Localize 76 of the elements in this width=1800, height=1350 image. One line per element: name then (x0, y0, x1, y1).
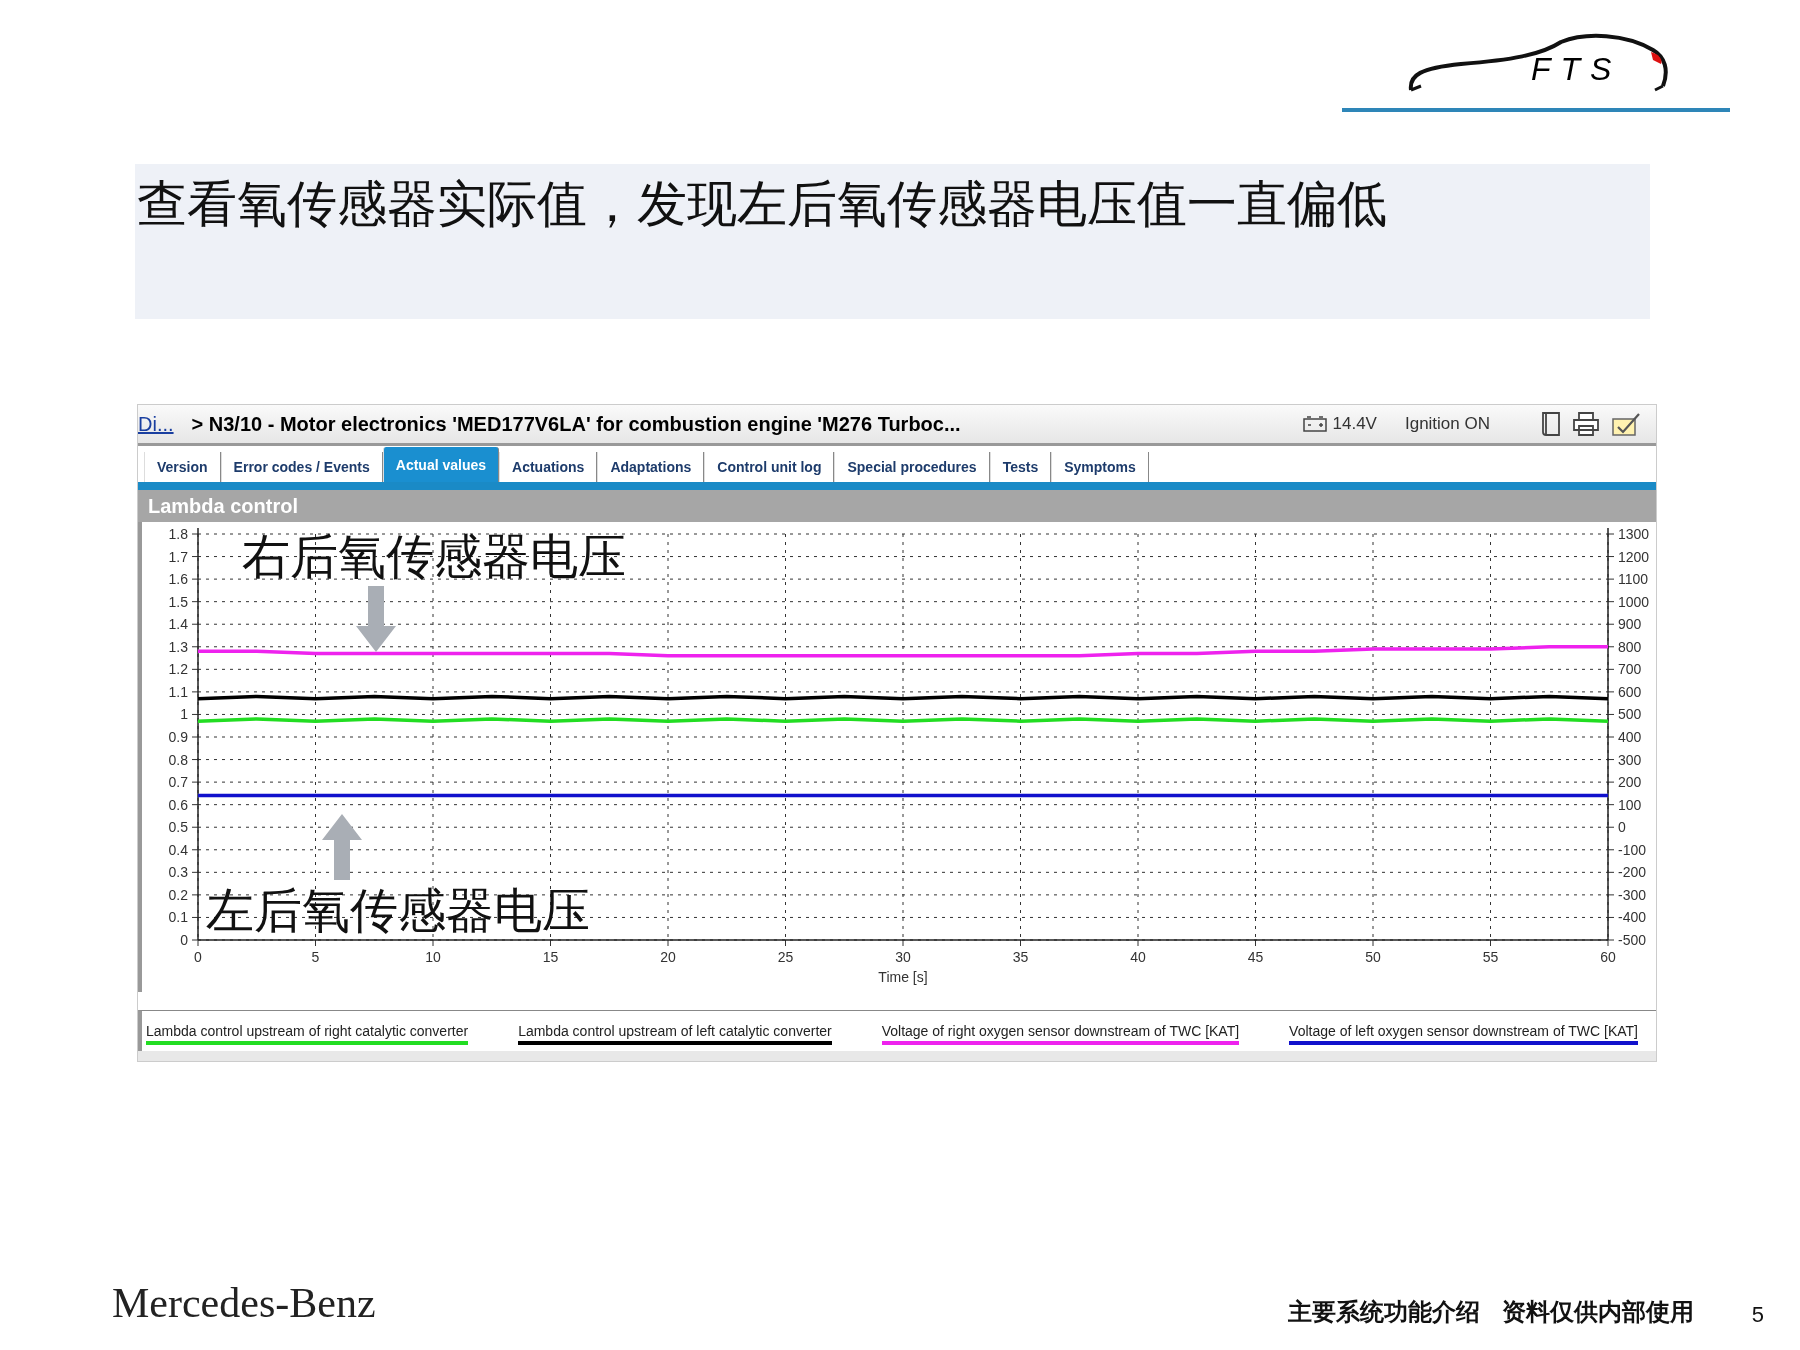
y2-tick-label: 1100 (1618, 571, 1649, 588)
y-tick-label: 0.1 (168, 909, 188, 926)
x-tick-label: 40 (1130, 949, 1146, 965)
y2-tick-label: -400 (1618, 909, 1647, 926)
y2-tick-label: 1300 (1618, 526, 1650, 542)
legend-label: Lambda control upstream of right catalytic converter (146, 1023, 469, 1039)
x-tick-label: 10 (425, 949, 441, 965)
x-tick-label: 30 (895, 949, 911, 965)
y-tick-label: 0.7 (168, 774, 188, 791)
tab[interactable]: Actual values (382, 447, 500, 482)
y2-tick-label: 700 (1618, 661, 1642, 678)
x-tick-label: 35 (1012, 949, 1029, 965)
legend-label: Lambda control upstream of left catalytic converter (518, 1023, 832, 1039)
x-tick-label: 20 (660, 949, 676, 965)
battery-icon (1302, 416, 1327, 432)
y-tick-label: 1.7 (168, 548, 188, 565)
y-tick-label: 1 (180, 706, 188, 723)
voltage-reading: 14.4V (1332, 414, 1377, 434)
x-axis-title: Time [s] (878, 969, 928, 985)
y2-tick-label: -200 (1618, 864, 1647, 881)
x-tick-label: 15 (542, 949, 559, 965)
y-tick-label: 1.3 (168, 638, 188, 655)
x-tick-label: 45 (1247, 949, 1264, 965)
breadcrumb-link[interactable]: Di... (138, 412, 174, 436)
y2-tick-label: 400 (1618, 729, 1642, 745)
x-tick-label: 60 (1600, 949, 1616, 965)
arrow-icon (354, 584, 398, 654)
y2-tick-label: 600 (1618, 683, 1642, 700)
y-tick-label: 1.5 (168, 593, 188, 610)
ignition-status: Ignition ON (1404, 414, 1490, 434)
y-tick-label: 1.6 (168, 571, 188, 588)
y-tick-label: 0.3 (168, 864, 188, 881)
y-tick-label: 0.8 (168, 751, 188, 768)
y2-tick-label: 800 (1618, 638, 1642, 655)
breadcrumb: > N3/10 - Motor electronics 'MED177V6LA' for combustion engine 'M276 Turboc... (191, 412, 962, 436)
y2-tick-label: -500 (1618, 932, 1647, 948)
x-tick-label: 50 (1365, 949, 1381, 965)
y2-tick-label: -300 (1618, 886, 1647, 903)
arrow-icon (320, 812, 364, 882)
y2-tick-label: 1200 (1618, 548, 1650, 565)
pencil-check-icon[interactable] (1610, 411, 1642, 437)
x-tick-label: 0 (194, 949, 202, 965)
panel-title: Lambda control (138, 490, 1656, 522)
legend-label: Voltage of right oxygen sensor downstream of TWC [KAT] (881, 1023, 1240, 1039)
y2-tick-label: 300 (1618, 751, 1642, 768)
y2-tick-label: 200 (1618, 774, 1642, 791)
x-tick-label: 5 (311, 949, 320, 965)
y-tick-label: 1.8 (168, 526, 188, 542)
car-logo-drawing: FTS (1401, 30, 1671, 108)
y-tick-label: 1.4 (168, 616, 188, 633)
x-tick-label: 25 (777, 949, 794, 965)
callout-label: 左后氧传感器电压 (206, 882, 590, 938)
footer-note: 资料仅供内部使用 (1501, 1297, 1694, 1328)
x-tick-label: 55 (1482, 949, 1499, 965)
footer-note: 主要系统功能介绍 (1287, 1297, 1480, 1328)
page-number: 5 (1751, 1302, 1764, 1328)
headline: 查看氧传感器实际值，发现左后氧传感器电压值一直偏低 (136, 174, 1387, 235)
y-tick-label: 1.2 (168, 661, 188, 678)
y2-tick-label: 100 (1618, 796, 1642, 813)
y-tick-label: 0.2 (168, 886, 188, 903)
printer-icon[interactable] (1572, 412, 1600, 436)
y-tick-label: 0 (180, 932, 188, 948)
legend-label: Voltage of left oxygen sensor downstream of TWC [KAT] (1289, 1023, 1638, 1039)
callout-label: 右后氧传感器电压 (242, 528, 626, 584)
y-tick-label: 1.1 (168, 683, 188, 700)
y-tick-label: 0.4 (168, 841, 188, 858)
y2-tick-label: 0 (1618, 819, 1626, 836)
y-tick-label: 0.6 (168, 796, 188, 813)
y2-tick-label: 500 (1618, 706, 1642, 723)
y-tick-label: 0.5 (168, 819, 188, 836)
y2-tick-label: 1000 (1618, 593, 1650, 610)
y2-tick-label: -100 (1618, 841, 1647, 858)
brand-name: Mercedes-Benz (112, 1279, 377, 1328)
y2-tick-label: 900 (1618, 616, 1642, 633)
book-icon[interactable] (1540, 411, 1562, 437)
y-tick-label: 0.9 (168, 729, 188, 745)
